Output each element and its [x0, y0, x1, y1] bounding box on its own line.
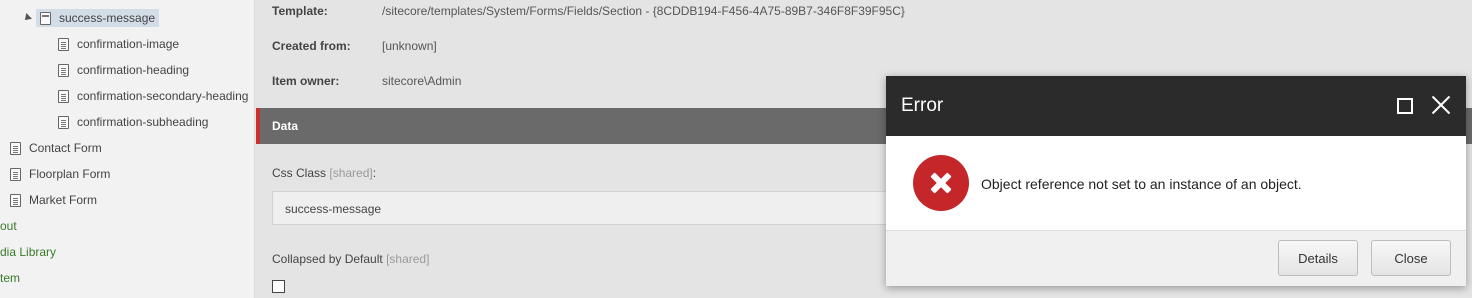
- css-class-label-text: Css Class: [272, 166, 327, 180]
- collapsed-label: Collapsed by Default [shared]: [272, 252, 429, 266]
- error-dialog: Error Object reference not set to an ins…: [886, 76, 1466, 286]
- template-value: /sitecore/templates/System/Forms/Fields/…: [382, 4, 905, 18]
- item-owner-value: sitecore\Admin: [382, 74, 462, 88]
- tree-item-label: out: [0, 219, 17, 233]
- item-owner-key: Item owner:: [272, 74, 340, 88]
- collapsed-label-text: Collapsed by Default: [272, 252, 383, 266]
- dialog-body: Object reference not set to an instance …: [886, 136, 1466, 230]
- tree-item-market-form[interactable]: Market Form: [10, 189, 97, 211]
- document-icon: [58, 115, 69, 129]
- tree-item-media-library[interactable]: dia Library: [0, 241, 56, 263]
- item-owner-row: Item owner: sitecore\Admin: [272, 74, 461, 88]
- document-icon: [58, 89, 69, 103]
- content-tree: success-message confirmation-image confi…: [0, 0, 255, 298]
- label-colon: :: [372, 166, 377, 180]
- section-title: Data: [272, 119, 299, 133]
- tree-item-label: Floorplan Form: [29, 167, 111, 181]
- tree-item-label: dia Library: [0, 245, 57, 259]
- document-icon: [10, 167, 21, 181]
- details-button[interactable]: Details: [1278, 240, 1358, 276]
- document-icon: [10, 193, 21, 207]
- tree-item-label: confirmation-image: [77, 37, 180, 51]
- created-from-value: [unknown]: [382, 39, 437, 53]
- created-from-key: Created from:: [272, 39, 351, 53]
- created-from-row: Created from: [unknown]: [272, 39, 437, 53]
- tree-item-confirmation-subheading[interactable]: confirmation-subheading: [58, 111, 208, 133]
- error-message: Object reference not set to an instance …: [981, 176, 1302, 192]
- section-icon: [40, 11, 51, 25]
- document-icon: [58, 37, 69, 51]
- tree-item-label: Market Form: [29, 193, 98, 207]
- close-icon[interactable]: [1431, 95, 1451, 115]
- document-icon: [10, 141, 21, 155]
- collapsed-checkbox[interactable]: [272, 280, 285, 293]
- dialog-title: Error: [901, 95, 944, 116]
- close-button[interactable]: Close: [1371, 240, 1451, 276]
- collapse-arrow-icon[interactable]: [22, 13, 32, 23]
- tree-item-confirmation-image[interactable]: confirmation-image: [58, 33, 179, 55]
- dialog-header: Error: [886, 76, 1466, 136]
- tree-item-label: confirmation-secondary-heading: [77, 89, 249, 103]
- tree-item-confirmation-heading[interactable]: confirmation-heading: [58, 59, 189, 81]
- tree-item-label: confirmation-heading: [77, 63, 190, 77]
- tree-item-layout[interactable]: out: [0, 215, 17, 237]
- shared-tag: [shared]: [329, 166, 373, 180]
- tree-item-label: tem: [0, 271, 21, 285]
- tree-item-confirmation-secondary-heading[interactable]: confirmation-secondary-heading: [58, 85, 248, 107]
- maximize-icon[interactable]: [1397, 98, 1413, 114]
- tree-item-label: confirmation-subheading: [77, 115, 209, 129]
- tree-item-success-message[interactable]: success-message: [36, 7, 160, 29]
- css-class-label: Css Class [shared]:: [272, 166, 376, 180]
- document-icon: [58, 63, 69, 77]
- tree-item-label: Contact Form: [29, 141, 102, 155]
- tree-item-contact-form[interactable]: Contact Form: [10, 137, 102, 159]
- shared-tag: [shared]: [386, 252, 430, 266]
- error-icon: [913, 155, 969, 211]
- template-key: Template:: [272, 4, 328, 18]
- tree-item-label: success-message: [59, 11, 156, 25]
- template-row: Template: /sitecore/templates/System/For…: [272, 4, 905, 18]
- tree-item-system[interactable]: tem: [0, 267, 20, 289]
- tree-item-floorplan-form[interactable]: Floorplan Form: [10, 163, 110, 185]
- dialog-footer: Details Close: [886, 230, 1466, 286]
